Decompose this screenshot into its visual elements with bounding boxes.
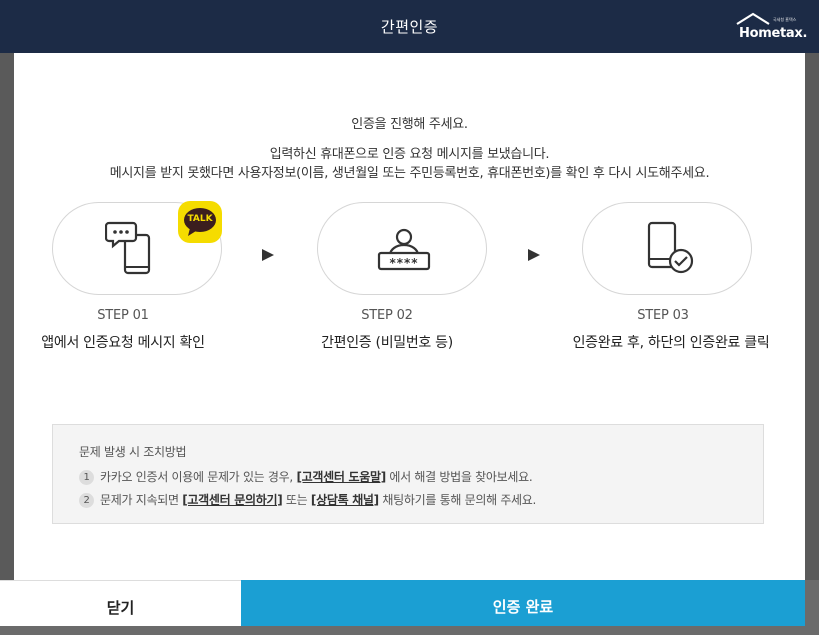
- chat-channel-link[interactable]: [상담톡 채널]: [311, 493, 379, 507]
- step3-number: STEP 03: [637, 308, 689, 323]
- modal-header: 간편인증 국세청 홈택스 Hometax.: [0, 0, 819, 53]
- step2-bubble: ****: [317, 202, 487, 295]
- talk-label: TALK: [187, 214, 213, 224]
- modal-title: 간편인증: [380, 18, 439, 36]
- phone-check-icon: [647, 221, 694, 274]
- backdrop-right: [805, 53, 819, 580]
- step-arrow-2: [528, 249, 540, 261]
- phone-chat-icon: [105, 221, 151, 275]
- close-button[interactable]: 닫기: [0, 580, 241, 626]
- step2-description: 간편인증 (비밀번호 등): [321, 335, 453, 351]
- step1-description: 앱에서 인증요청 메시지 확인: [41, 335, 205, 351]
- troubleshooting-item-2: 2 문제가 지속되면 [고객센터 문의하기] 또는 [상담톡 채널] 채팅하기를 …: [79, 491, 536, 508]
- logo-subtitle: 국세청 홈택스: [773, 17, 797, 22]
- item-number: 1: [79, 470, 94, 485]
- instruction-retry: 메시지를 받지 못했다면 사용자정보(이름, 생년월일 또는 주민등록번호, 휴…: [109, 166, 710, 181]
- step1-number: STEP 01: [97, 308, 149, 323]
- contact-center-link[interactable]: [고객센터 문의하기]: [182, 493, 282, 507]
- troubleshooting-title: 문제 발생 시 조치방법: [79, 445, 187, 459]
- password-mask: ****: [389, 256, 419, 270]
- hometax-logo: 국세청 홈택스 Hometax.: [733, 12, 808, 44]
- instruction-sent: 입력하신 휴대폰으로 인증 요청 메시지를 보냈습니다.: [269, 147, 550, 162]
- house-roof-icon: [736, 12, 770, 25]
- step3-bubble: [582, 202, 752, 295]
- logo-wordmark: Hometax.: [739, 26, 808, 41]
- step2-number: STEP 02: [361, 308, 413, 323]
- help-center-link[interactable]: [고객센터 도움말]: [296, 470, 386, 484]
- backdrop-left: [0, 53, 14, 580]
- item-number: 2: [79, 493, 94, 508]
- confirm-auth-button[interactable]: 인증 완료: [241, 580, 805, 626]
- step-arrow-1: [262, 249, 274, 261]
- troubleshooting-item-1: 1 카카오 인증서 이용에 문제가 있는 경우, [고객센터 도움말] 에서 해결…: [79, 468, 533, 485]
- step3-description: 인증완료 후, 하단의 인증완료 클릭: [572, 335, 770, 351]
- kakaotalk-badge: TALK: [178, 201, 222, 243]
- auth-modal: 인증을 진행해 주세요. 입력하신 휴대폰으로 인증 요청 메시지를 보냈습니다…: [14, 0, 805, 626]
- instruction-title: 인증을 진행해 주세요.: [351, 117, 468, 132]
- troubleshooting-box: 문제 발생 시 조치방법 1 카카오 인증서 이용에 문제가 있는 경우, [고객…: [52, 424, 764, 524]
